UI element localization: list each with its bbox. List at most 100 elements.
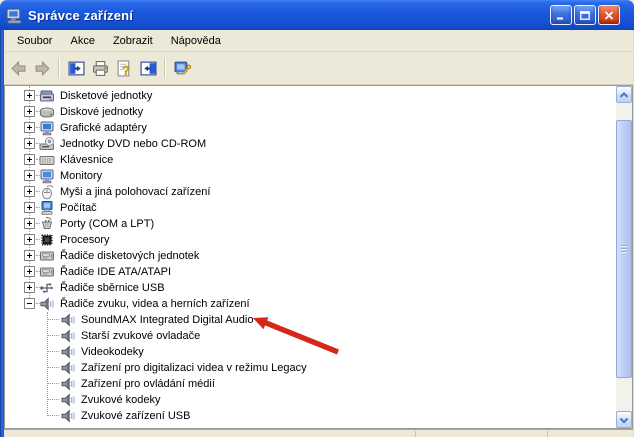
collapse-toggle[interactable] [24,298,35,309]
speaker-icon [60,312,76,328]
close-button[interactable] [598,5,620,25]
tree-item-label[interactable]: Monitory [60,169,102,183]
scrollbar-grip [621,245,627,253]
processor-icon [39,232,55,248]
show-console-tree-button[interactable] [64,56,88,80]
controller-icon [39,248,55,264]
tree-item-ports: Porty (COM a LPT) [5,216,616,232]
tree-item-label[interactable]: Zvukové zařízení USB [81,409,190,423]
expand-toggle[interactable] [24,106,35,117]
tree-item-video-codecs: Videokodeky [5,344,616,360]
speaker-icon [60,344,76,360]
print-button[interactable] [88,56,112,80]
controller-icon [39,264,55,280]
tree-item-label[interactable]: Počítač [60,201,97,215]
speaker-icon [60,392,76,408]
expand-toggle[interactable] [24,202,35,213]
chevron-up-icon [619,91,629,98]
port-icon [39,216,55,232]
tree-item-label[interactable]: Jednotky DVD nebo CD-ROM [60,137,206,151]
expand-toggle[interactable] [24,250,35,261]
details-pane-icon [140,60,157,77]
expand-toggle[interactable] [24,186,35,197]
toolbar-separator [58,58,60,78]
menu-soubor[interactable]: Soubor [8,32,61,50]
scroll-down-button[interactable] [616,411,632,428]
back-arrow-icon [10,60,27,77]
computer-help-icon [174,60,191,77]
tree-item-label[interactable]: Řadiče zvuku, videa a herních zařízení [60,297,250,311]
tree-item-label[interactable]: Procesory [60,233,110,247]
tree-item-display-adapters: Grafické adaptéry [5,120,616,136]
tree-item-processors: Procesory [5,232,616,248]
tree-item-label[interactable]: Řadiče sběrnice USB [60,281,165,295]
tree-item-sound-video-game-controllers: Řadiče zvuku, videa a herních zařízení [5,296,616,312]
tree-item-label[interactable]: Řadiče disketových jednotek [60,249,199,263]
window-title: Správce zařízení [28,7,134,23]
maximize-icon [580,10,590,20]
tree-item-usb-controllers: Řadiče sběrnice USB [5,280,616,296]
back-button[interactable] [6,56,30,80]
device-manager-window: Správce zařízení Soubor Akce Zobrazit Ná… [0,0,634,437]
tree-item-label[interactable]: Diskové jednotky [60,105,143,119]
status-bar-divider [547,431,548,437]
tree-item-label[interactable]: Zařízení pro digitalizaci videa v režimu… [81,361,307,375]
menu-akce[interactable]: Akce [61,32,103,50]
floppy-drive-icon [39,88,55,104]
display-adapter-icon [39,120,55,136]
expand-toggle[interactable] [24,170,35,181]
expand-toggle[interactable] [24,234,35,245]
expand-toggle[interactable] [24,90,35,101]
expand-toggle[interactable] [24,122,35,133]
tree-item-label[interactable]: Zvukové kodeky [81,393,160,407]
expand-toggle[interactable] [24,138,35,149]
tree-item-label[interactable]: Porty (COM a LPT) [60,217,154,231]
tree-item-media-control-devices: Zařízení pro ovládání médií [5,376,616,392]
speaker-icon [60,408,76,424]
minimize-button[interactable] [550,5,572,25]
tree-item-label[interactable]: Disketové jednotky [60,89,152,103]
cdrom-drive-icon [39,136,55,152]
show-details-pane-button[interactable] [136,56,160,80]
help-button[interactable] [112,56,136,80]
printer-icon [92,60,109,77]
hard-disk-icon [39,104,55,120]
vertical-scrollbar[interactable] [616,86,632,428]
tree-item-label[interactable]: Starší zvukové ovladače [81,329,200,343]
close-icon [604,10,614,20]
tree-item-label[interactable]: Videokodeky [81,345,144,359]
keyboard-icon [39,152,55,168]
tree-item-usb-audio-device: Zvukové zařízení USB [5,408,616,424]
usb-icon [39,280,55,296]
console-tree-icon [68,60,85,77]
tree-item-legacy-video-capture: Zařízení pro digitalizaci videa v režimu… [5,360,616,376]
tree-item-label[interactable]: Grafické adaptéry [60,121,147,135]
tree-item-label[interactable]: Řadiče IDE ATA/ATAPI [60,265,171,279]
menu-bar: Soubor Akce Zobrazit Nápověda [1,30,633,52]
tree-item-computer: Počítač [5,200,616,216]
help-and-support-button[interactable] [170,56,194,80]
expand-toggle[interactable] [24,282,35,293]
expand-toggle[interactable] [24,154,35,165]
speaker-icon [60,328,76,344]
tree-item-floppy-controllers: Řadiče disketových jednotek [5,248,616,264]
forward-button[interactable] [30,56,54,80]
maximize-button[interactable] [574,5,596,25]
tree-item-label[interactable]: Myši a jiná polohovací zařízení [60,185,210,199]
tree-item-label[interactable]: Zařízení pro ovládání médií [81,377,215,391]
title-bar[interactable]: Správce zařízení [0,0,634,30]
tree-item-soundmax: SoundMAX Integrated Digital Audio [5,312,616,328]
tree-item-label[interactable]: SoundMAX Integrated Digital Audio [81,313,253,327]
expand-toggle[interactable] [24,266,35,277]
expand-toggle[interactable] [24,218,35,229]
status-bar [4,429,633,437]
tree-item-legacy-audio-drivers: Starší zvukové ovladače [5,328,616,344]
speaker-icon [39,296,55,312]
tree-item-keyboards: Klávesnice [5,152,616,168]
tree-item-label[interactable]: Klávesnice [60,153,113,167]
menu-napoveda[interactable]: Nápověda [162,32,230,50]
scroll-up-button[interactable] [616,86,632,103]
scrollbar-thumb[interactable] [616,120,632,378]
tree-item-disk-drives: Diskové jednotky [5,104,616,120]
menu-zobrazit[interactable]: Zobrazit [104,32,162,50]
